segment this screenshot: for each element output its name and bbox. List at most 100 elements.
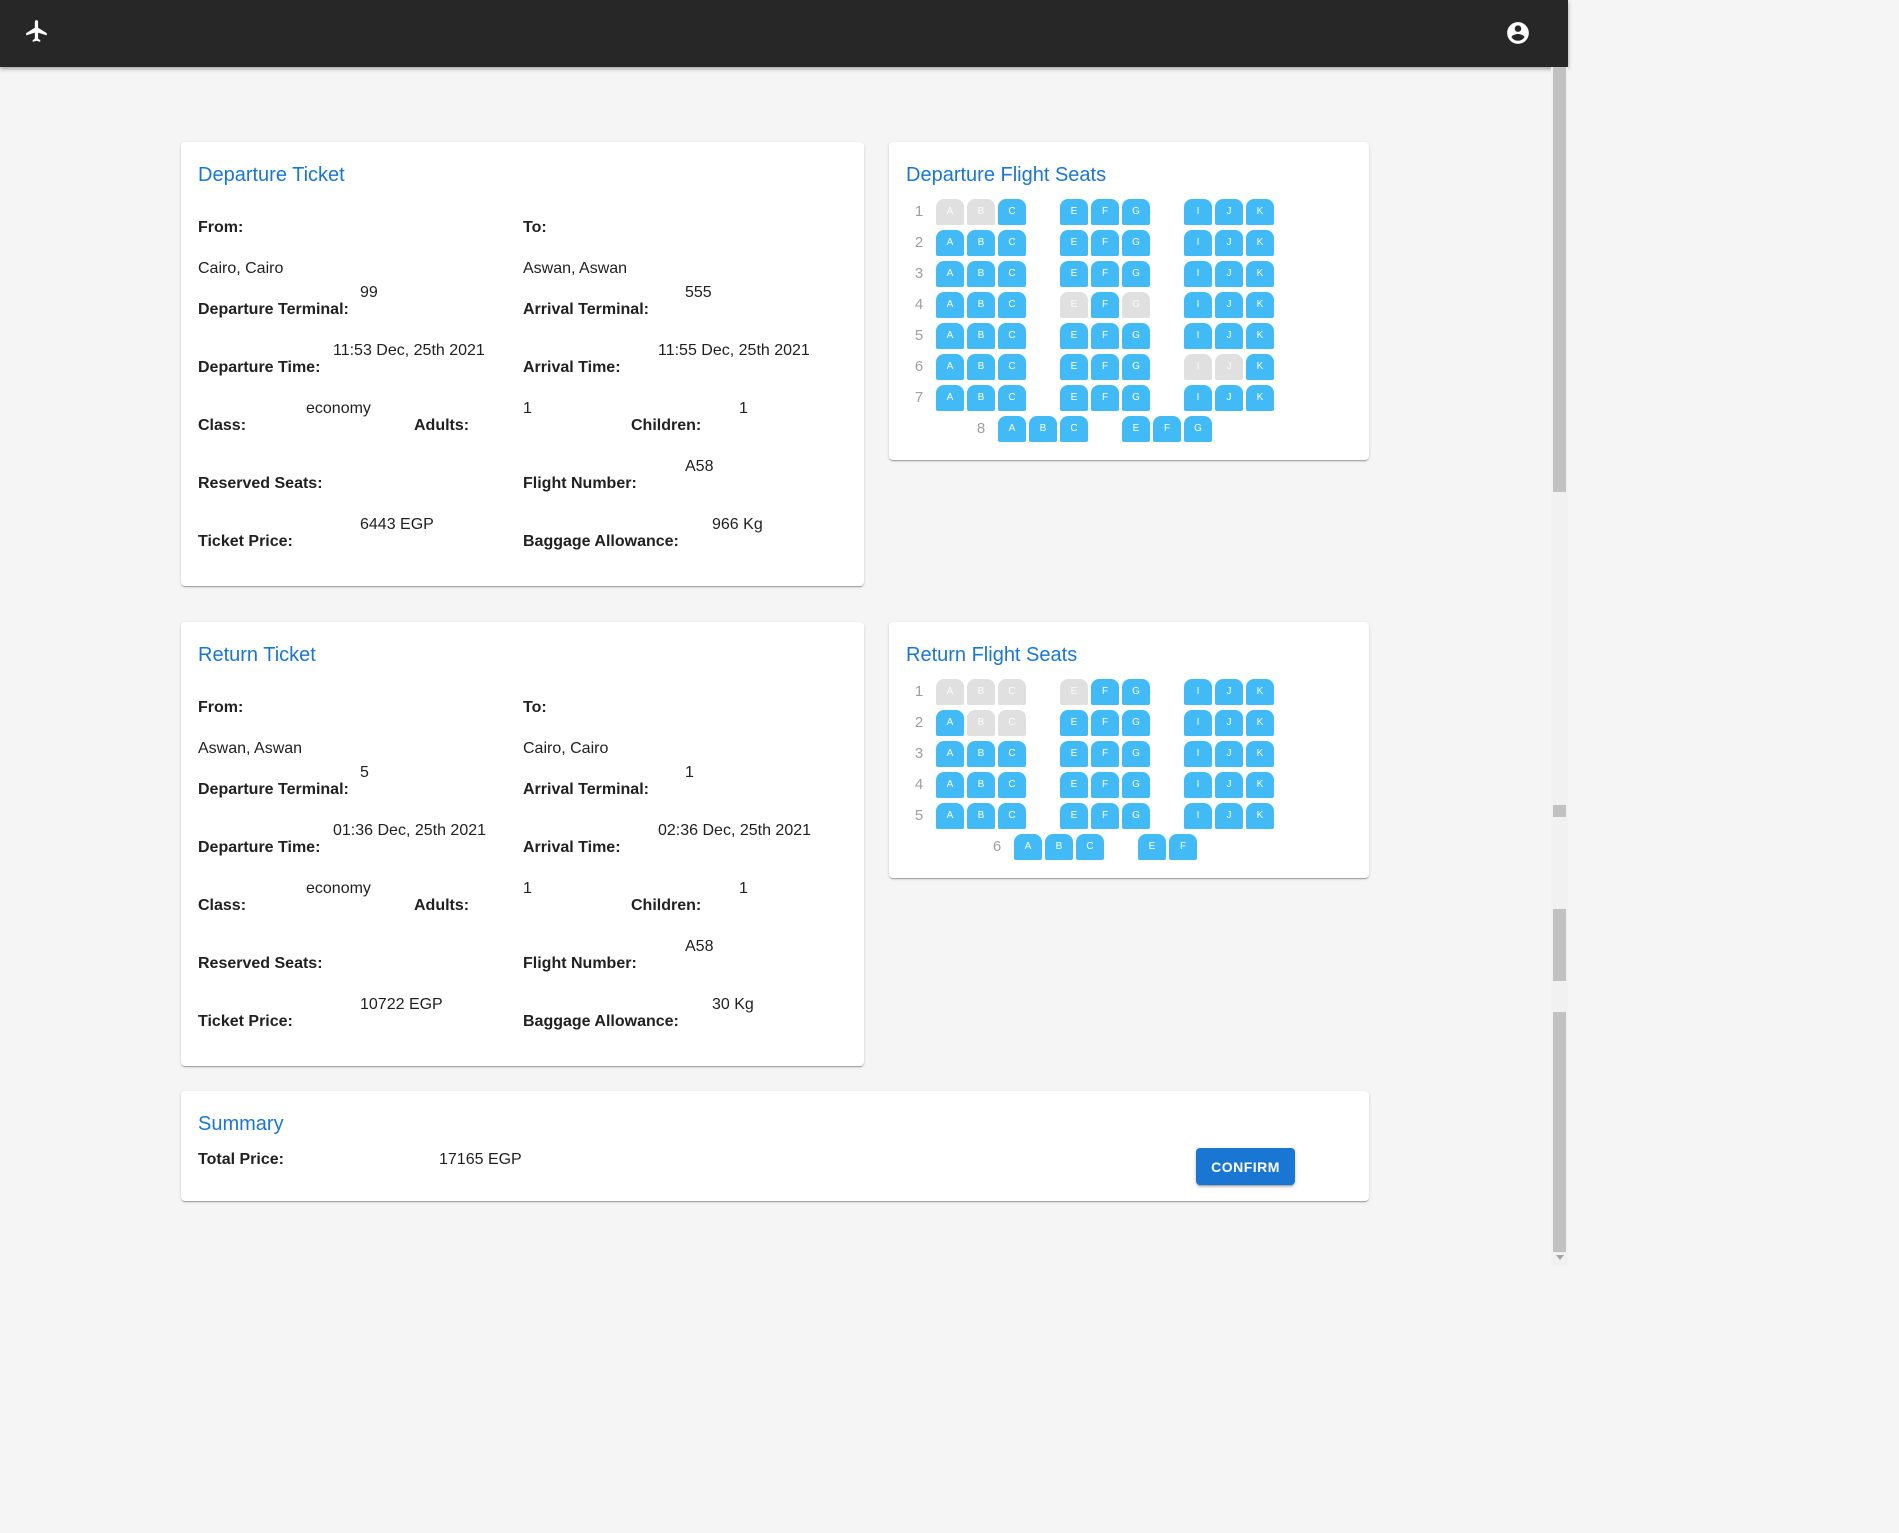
seat-b[interactable]: B (1045, 834, 1073, 860)
seat-k[interactable]: K (1246, 679, 1274, 705)
seat-e[interactable]: E (1060, 354, 1088, 380)
seat-f[interactable]: F (1169, 834, 1197, 860)
seat-b[interactable]: B (967, 385, 995, 411)
seat-j[interactable]: J (1215, 199, 1243, 225)
seat-a[interactable]: A (936, 710, 964, 736)
seat-b[interactable]: B (967, 292, 995, 318)
seat-k[interactable]: K (1246, 772, 1274, 798)
seat-g[interactable]: G (1122, 323, 1150, 349)
seat-c[interactable]: C (998, 230, 1026, 256)
seat-k[interactable]: K (1246, 385, 1274, 411)
seat-c[interactable]: C (1060, 416, 1088, 442)
seat-f[interactable]: F (1091, 199, 1119, 225)
seat-i[interactable]: I (1184, 710, 1212, 736)
seat-k[interactable]: K (1246, 199, 1274, 225)
confirm-button[interactable]: CONFIRM (1196, 1148, 1295, 1185)
seat-c[interactable]: C (998, 741, 1026, 767)
seat-c[interactable]: C (998, 292, 1026, 318)
seat-c[interactable]: C (998, 323, 1026, 349)
seat-f[interactable]: F (1091, 292, 1119, 318)
seat-c[interactable]: C (998, 803, 1026, 829)
seat-i[interactable]: I (1184, 741, 1212, 767)
seat-e[interactable]: E (1060, 323, 1088, 349)
seat-a[interactable]: A (936, 803, 964, 829)
seat-g[interactable]: G (1122, 230, 1150, 256)
seat-c[interactable]: C (998, 199, 1026, 225)
seat-k[interactable]: K (1246, 710, 1274, 736)
seat-a[interactable]: A (936, 354, 964, 380)
seat-b[interactable]: B (967, 354, 995, 380)
seat-e[interactable]: E (1060, 803, 1088, 829)
seat-k[interactable]: K (1246, 261, 1274, 287)
seat-f[interactable]: F (1091, 772, 1119, 798)
seat-b[interactable]: B (967, 741, 995, 767)
seat-f[interactable]: F (1091, 354, 1119, 380)
seat-a[interactable]: A (936, 741, 964, 767)
seat-a[interactable]: A (998, 416, 1026, 442)
account-circle-icon[interactable] (1505, 20, 1531, 46)
seat-i[interactable]: I (1184, 261, 1212, 287)
seat-e[interactable]: E (1060, 385, 1088, 411)
scroll-down-arrow-icon[interactable] (1556, 1255, 1564, 1260)
seat-e[interactable]: E (1060, 199, 1088, 225)
seat-c[interactable]: C (998, 772, 1026, 798)
seat-g[interactable]: G (1122, 679, 1150, 705)
seat-g[interactable]: G (1122, 710, 1150, 736)
seat-c[interactable]: C (1076, 834, 1104, 860)
seat-g[interactable]: G (1122, 199, 1150, 225)
seat-b[interactable]: B (967, 323, 995, 349)
seat-f[interactable]: F (1091, 710, 1119, 736)
seat-j[interactable]: J (1215, 292, 1243, 318)
seat-g[interactable]: G (1122, 354, 1150, 380)
seat-g[interactable]: G (1184, 416, 1212, 442)
seat-e[interactable]: E (1138, 834, 1166, 860)
seat-a[interactable]: A (936, 772, 964, 798)
seat-a[interactable]: A (936, 261, 964, 287)
seat-g[interactable]: G (1122, 772, 1150, 798)
seat-a[interactable]: A (936, 323, 964, 349)
seat-b[interactable]: B (967, 230, 995, 256)
seat-c[interactable]: C (998, 261, 1026, 287)
seat-j[interactable]: J (1215, 679, 1243, 705)
seat-e[interactable]: E (1122, 416, 1150, 442)
seat-j[interactable]: J (1215, 323, 1243, 349)
seat-g[interactable]: G (1122, 803, 1150, 829)
seat-f[interactable]: F (1091, 323, 1119, 349)
seat-k[interactable]: K (1246, 354, 1274, 380)
scrollbar-thumb[interactable] (1553, 67, 1566, 492)
seat-k[interactable]: K (1246, 741, 1274, 767)
seat-i[interactable]: I (1184, 230, 1212, 256)
scrollbar-thumb[interactable] (1553, 1012, 1566, 1252)
seat-k[interactable]: K (1246, 323, 1274, 349)
seat-i[interactable]: I (1184, 772, 1212, 798)
page-scrollbar[interactable] (1551, 67, 1568, 1266)
seat-i[interactable]: I (1184, 292, 1212, 318)
seat-j[interactable]: J (1215, 261, 1243, 287)
seat-a[interactable]: A (1014, 834, 1042, 860)
seat-j[interactable]: J (1215, 710, 1243, 736)
seat-i[interactable]: I (1184, 323, 1212, 349)
seat-a[interactable]: A (936, 292, 964, 318)
seat-f[interactable]: F (1153, 416, 1181, 442)
seat-c[interactable]: C (998, 385, 1026, 411)
seat-e[interactable]: E (1060, 741, 1088, 767)
seat-f[interactable]: F (1091, 261, 1119, 287)
seat-j[interactable]: J (1215, 230, 1243, 256)
seat-c[interactable]: C (998, 354, 1026, 380)
scrollbar-thumb[interactable] (1553, 909, 1566, 981)
seat-j[interactable]: J (1215, 385, 1243, 411)
seat-a[interactable]: A (936, 230, 964, 256)
seat-f[interactable]: F (1091, 741, 1119, 767)
seat-e[interactable]: E (1060, 261, 1088, 287)
airplane-icon[interactable] (24, 18, 50, 44)
scrollbar-thumb[interactable] (1553, 805, 1566, 817)
seat-e[interactable]: E (1060, 230, 1088, 256)
seat-e[interactable]: E (1060, 772, 1088, 798)
seat-b[interactable]: B (967, 772, 995, 798)
seat-i[interactable]: I (1184, 199, 1212, 225)
seat-f[interactable]: F (1091, 230, 1119, 256)
seat-j[interactable]: J (1215, 772, 1243, 798)
seat-i[interactable]: I (1184, 385, 1212, 411)
seat-b[interactable]: B (967, 261, 995, 287)
seat-k[interactable]: K (1246, 803, 1274, 829)
